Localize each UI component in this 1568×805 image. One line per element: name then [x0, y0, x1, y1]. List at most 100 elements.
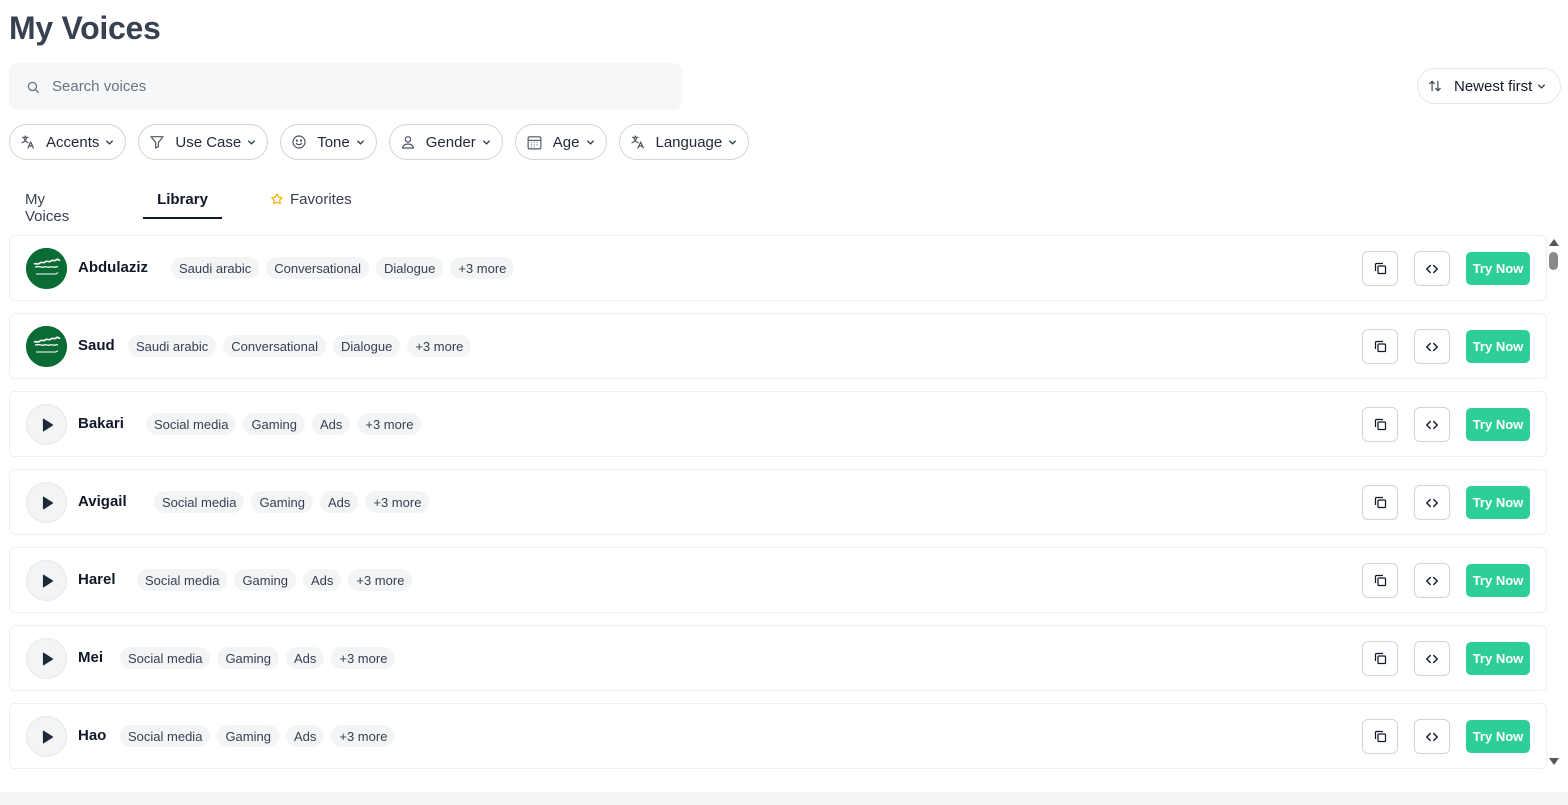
chevron-down-icon — [1538, 83, 1546, 89]
more-tags-badge[interactable]: +3 more — [450, 257, 515, 279]
filter-tone[interactable]: Tone — [280, 124, 377, 160]
play-button[interactable] — [26, 716, 67, 757]
voice-tags: Social media Gaming Ads +3 more — [154, 491, 430, 513]
more-tags-badge[interactable]: +3 more — [365, 491, 430, 513]
voice-name: Bakari — [78, 415, 124, 432]
voice-row[interactable]: Abdulaziz Saudi arabic Conversational Dialo… — [9, 235, 1547, 301]
saudi-flag-avatar — [26, 326, 67, 367]
person-icon — [401, 136, 414, 149]
filter-label: Gender — [425, 133, 476, 151]
filter-gender[interactable]: Gender — [388, 124, 503, 160]
voice-tags: Social media Gaming Ads +3 more — [146, 413, 422, 435]
copy-button[interactable] — [1362, 329, 1398, 364]
tab-favorites[interactable]: Favorites — [270, 184, 352, 219]
play-icon — [42, 418, 54, 432]
filter-use-case[interactable]: Use Case — [138, 124, 269, 160]
scroll-down-arrow[interactable] — [1549, 758, 1559, 765]
voice-tag: Ads — [285, 725, 325, 747]
voice-tags: Saudi arabic Conversational Dialogue +3 mor… — [171, 257, 515, 279]
copy-button[interactable] — [1362, 719, 1398, 754]
chevron-down-icon — [586, 139, 594, 145]
voice-tag: Saudi arabic — [171, 257, 260, 279]
voice-name: Saud — [78, 337, 115, 354]
play-button[interactable] — [26, 404, 67, 445]
scroll-thumb[interactable] — [1549, 252, 1558, 270]
voice-tag: Gaming — [217, 647, 279, 669]
try-now-button[interactable]: Try Now — [1466, 720, 1530, 753]
translate-icon — [21, 135, 34, 149]
voice-row[interactable]: Avigail Social media Gaming Ads +3 more Try N… — [9, 469, 1547, 535]
sort-dropdown[interactable]: Newest first — [1417, 68, 1561, 104]
embed-code-button[interactable] — [1414, 719, 1450, 754]
chevron-down-icon — [729, 139, 737, 145]
voice-tag: Gaming — [234, 569, 296, 591]
embed-code-button[interactable] — [1414, 485, 1450, 520]
try-now-button[interactable]: Try Now — [1466, 486, 1530, 519]
voice-tag: Dialogue — [376, 257, 444, 279]
more-tags-badge[interactable]: +3 more — [407, 335, 472, 357]
try-now-button[interactable]: Try Now — [1466, 408, 1530, 441]
more-tags-badge[interactable]: +3 more — [331, 647, 396, 669]
try-now-button[interactable]: Try Now — [1466, 642, 1530, 675]
more-tags-badge[interactable]: +3 more — [331, 725, 396, 747]
search-icon — [27, 81, 39, 93]
filter-label: Use Case — [175, 133, 242, 151]
try-now-button[interactable]: Try Now — [1466, 564, 1530, 597]
voice-name: Harel — [78, 571, 116, 588]
search-input[interactable] — [52, 78, 652, 95]
voice-name: Abdulaziz — [78, 259, 148, 276]
copy-button[interactable] — [1362, 485, 1398, 520]
voice-row[interactable]: Bakari Social media Gaming Ads +3 more Try No… — [9, 391, 1547, 457]
chevron-down-icon — [248, 139, 256, 145]
calendar-icon — [527, 135, 542, 149]
play-icon — [42, 574, 54, 588]
embed-code-button[interactable] — [1414, 329, 1450, 364]
voice-tag: Social media — [137, 569, 228, 591]
embed-code-button[interactable] — [1414, 251, 1450, 286]
search-bar[interactable] — [9, 63, 682, 110]
filter-label: Language — [655, 133, 723, 151]
voice-tags: Social media Gaming Ads +3 more — [120, 725, 396, 747]
more-tags-badge[interactable]: +3 more — [357, 413, 422, 435]
copy-button[interactable] — [1362, 641, 1398, 676]
embed-code-button[interactable] — [1414, 641, 1450, 676]
embed-code-button[interactable] — [1414, 407, 1450, 442]
voice-row[interactable]: Mei Social media Gaming Ads +3 more Try Now — [9, 625, 1547, 691]
chevron-down-icon — [482, 139, 490, 145]
copy-button[interactable] — [1362, 251, 1398, 286]
voice-row[interactable]: Saud Saudi arabic Conversational Dialogue +3… — [9, 313, 1547, 379]
voice-row[interactable]: Harel Social media Gaming Ads +3 more Try Now — [9, 547, 1547, 613]
saudi-flag-avatar — [26, 248, 67, 289]
play-icon — [42, 730, 54, 744]
play-button[interactable] — [26, 482, 67, 523]
tab-label: My Voices — [25, 191, 70, 225]
voice-tag: Conversational — [223, 335, 326, 357]
filter-language[interactable]: Language — [618, 124, 750, 160]
copy-icon — [1373, 261, 1388, 276]
code-icon — [1425, 496, 1439, 510]
tab-label: Library — [157, 191, 208, 208]
smile-icon — [292, 135, 306, 149]
bottom-bar — [0, 792, 1568, 805]
copy-button[interactable] — [1362, 563, 1398, 598]
more-tags-badge[interactable]: +3 more — [348, 569, 413, 591]
filter-age[interactable]: Age — [514, 124, 607, 160]
filter-label: Tone — [317, 133, 350, 151]
embed-code-button[interactable] — [1414, 563, 1450, 598]
try-now-button[interactable]: Try Now — [1466, 330, 1530, 363]
copy-icon — [1373, 729, 1388, 744]
play-icon — [42, 496, 54, 510]
scrollbar[interactable] — [1547, 235, 1561, 770]
filter-accents[interactable]: Accents — [9, 124, 127, 160]
voice-tag: Conversational — [266, 257, 369, 279]
scroll-up-arrow[interactable] — [1549, 239, 1559, 246]
play-button[interactable] — [26, 560, 67, 601]
code-icon — [1425, 652, 1439, 666]
tab-my-voices[interactable]: My Voices — [25, 184, 69, 225]
play-button[interactable] — [26, 638, 67, 679]
voice-row[interactable]: Hao Social media Gaming Ads +3 more Try Now — [9, 703, 1547, 769]
copy-button[interactable] — [1362, 407, 1398, 442]
try-now-button[interactable]: Try Now — [1466, 252, 1530, 285]
filter-label: Age — [552, 133, 580, 151]
tab-library[interactable]: Library — [143, 184, 222, 219]
